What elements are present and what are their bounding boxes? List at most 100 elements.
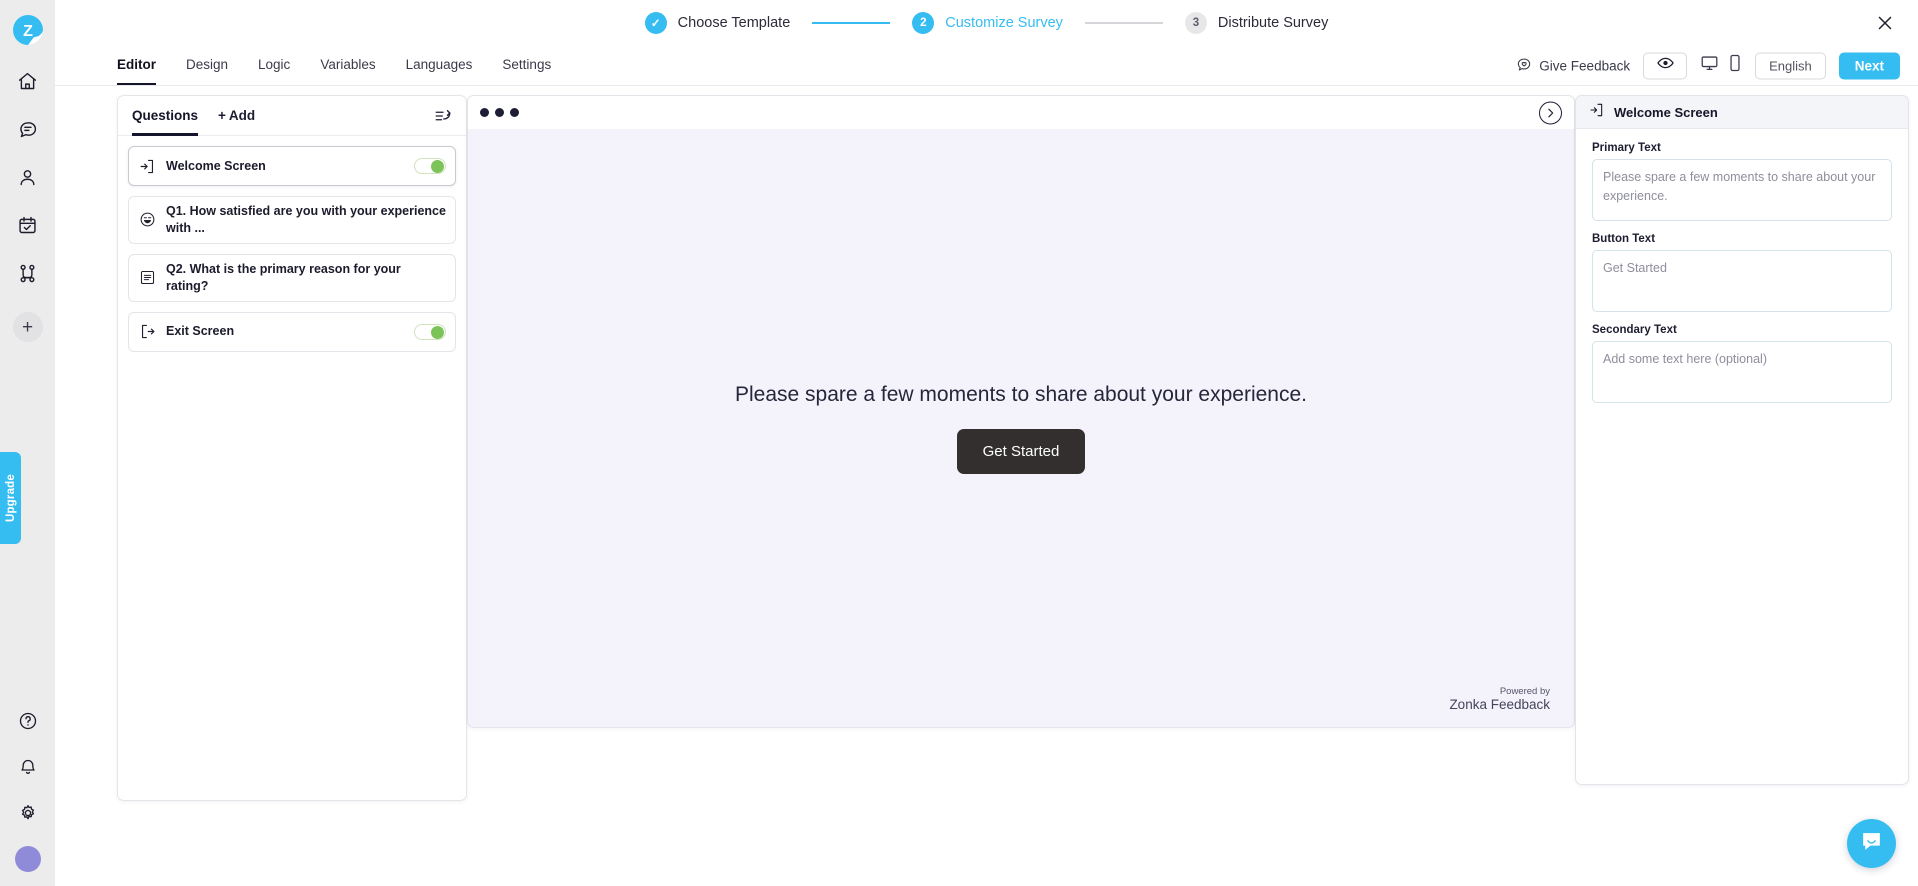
chevron-right-icon[interactable] bbox=[1539, 101, 1562, 124]
question-row-exit-screen[interactable]: Exit Screen bbox=[128, 311, 456, 352]
questions-panel-header: Questions + Add bbox=[118, 96, 466, 136]
editor-tabbar: Editor Design Logic Variables Languages … bbox=[55, 46, 1918, 86]
language-selector[interactable]: English bbox=[1755, 52, 1826, 79]
secondary-text-input[interactable]: Add some text here (optional) bbox=[1592, 341, 1892, 403]
primary-text-input[interactable]: Please spare a few moments to share abou… bbox=[1592, 159, 1892, 221]
tabbar-actions: Give Feedback English Next bbox=[1516, 52, 1900, 79]
field-primary-text: Primary Text Please spare a few moments … bbox=[1592, 142, 1892, 221]
powered-by-label: Powered by bbox=[1499, 685, 1550, 697]
collapse-list-icon[interactable] bbox=[434, 107, 452, 130]
field-button-text: Button Text Get Started bbox=[1592, 233, 1892, 312]
left-nav-rail: Z + Upgrade bbox=[0, 0, 55, 886]
step-badge-2: 2 bbox=[912, 12, 935, 34]
calendar-check-icon[interactable] bbox=[15, 212, 41, 238]
questions-panel: Questions + Add Welcome Screen Q1. How s… bbox=[117, 95, 467, 801]
add-button[interactable]: + bbox=[12, 312, 43, 342]
properties-panel-title: Welcome Screen bbox=[1614, 104, 1718, 120]
bell-icon[interactable] bbox=[15, 754, 41, 780]
rail-bottom-icons bbox=[0, 708, 55, 872]
tab-editor[interactable]: Editor bbox=[117, 46, 156, 85]
upgrade-label: Upgrade bbox=[4, 473, 17, 523]
home-icon[interactable] bbox=[15, 68, 41, 94]
preview-get-started-button[interactable]: Get Started bbox=[956, 428, 1086, 474]
step-customize-survey[interactable]: 2 Customize Survey bbox=[912, 12, 1063, 34]
tab-languages[interactable]: Languages bbox=[406, 46, 473, 85]
upgrade-button[interactable]: Upgrade bbox=[0, 452, 21, 544]
tab-variables[interactable]: Variables bbox=[320, 46, 375, 85]
mobile-icon[interactable] bbox=[1728, 54, 1742, 78]
questions-tab[interactable]: Questions bbox=[132, 96, 199, 136]
editor-content: Questions + Add Welcome Screen Q1. How s… bbox=[55, 86, 1918, 886]
field-label: Secondary Text bbox=[1592, 324, 1677, 336]
avatar[interactable] bbox=[14, 846, 41, 872]
wizard-topbar: ✓ Choose Template 2 Customize Survey 3 D… bbox=[55, 0, 1918, 46]
field-secondary-text: Secondary Text Add some text here (optio… bbox=[1592, 324, 1892, 403]
chat-launcher-button[interactable] bbox=[1847, 819, 1896, 868]
step-label-2: Customize Survey bbox=[945, 15, 1063, 31]
powered-by: Powered by Zonka Feedback bbox=[1449, 685, 1550, 713]
step-choose-template[interactable]: ✓ Choose Template bbox=[644, 12, 791, 34]
main-column: ✓ Choose Template 2 Customize Survey 3 D… bbox=[55, 0, 1918, 886]
welcome-screen-toggle[interactable] bbox=[414, 158, 446, 174]
question-label: Q1. How satisfied are you with your expe… bbox=[166, 204, 446, 235]
app-root: Z + Upgrade ✓ Choose Template 2 Customiz… bbox=[0, 0, 1918, 886]
properties-panel: Welcome Screen Primary Text Please spare… bbox=[1575, 95, 1909, 785]
step-label-1: Choose Template bbox=[677, 15, 791, 31]
step-distribute-survey[interactable]: 3 Distribute Survey bbox=[1184, 12, 1328, 34]
preview-button[interactable] bbox=[1643, 52, 1688, 79]
tab-list: Editor Design Logic Variables Languages … bbox=[117, 46, 551, 85]
add-question-label: Add bbox=[228, 108, 256, 123]
close-icon[interactable] bbox=[1874, 12, 1896, 34]
question-label: Exit Screen bbox=[166, 324, 235, 339]
powered-by-brand: Zonka Feedback bbox=[1449, 697, 1550, 713]
svg-text:Z: Z bbox=[23, 23, 33, 40]
tab-logic[interactable]: Logic bbox=[258, 46, 290, 85]
gear-icon[interactable] bbox=[15, 800, 41, 826]
enter-door-icon bbox=[1589, 102, 1605, 123]
chat-bubble-icon bbox=[1859, 829, 1884, 859]
tab-settings[interactable]: Settings bbox=[502, 46, 551, 85]
preview-toolbar bbox=[468, 96, 1574, 129]
question-label: Q2. What is the primary reason for your … bbox=[166, 261, 401, 293]
device-toggle bbox=[1700, 54, 1742, 78]
preview-area: Please spare a few moments to share abou… bbox=[467, 86, 1575, 886]
add-question-button[interactable]: + Add bbox=[218, 108, 255, 123]
window-dot bbox=[480, 108, 489, 117]
question-row-q2[interactable]: Q2. What is the primary reason for your … bbox=[128, 253, 456, 302]
properties-panel-header: Welcome Screen bbox=[1576, 96, 1908, 129]
smiley-icon bbox=[138, 211, 156, 229]
plus-icon: + bbox=[218, 108, 226, 123]
window-dot bbox=[495, 108, 504, 117]
step-connector-2 bbox=[1084, 21, 1163, 25]
tab-design[interactable]: Design bbox=[186, 46, 228, 85]
heart-chat-icon bbox=[1516, 56, 1532, 75]
exit-screen-toggle[interactable] bbox=[414, 323, 446, 340]
survey-preview-canvas: Please spare a few moments to share abou… bbox=[467, 95, 1575, 728]
next-button[interactable]: Next bbox=[1838, 52, 1900, 79]
field-label: Button Text bbox=[1592, 233, 1656, 245]
stepper: ✓ Choose Template 2 Customize Survey 3 D… bbox=[644, 12, 1328, 34]
give-feedback-button[interactable]: Give Feedback bbox=[1516, 56, 1630, 75]
properties-panel-body: Primary Text Please spare a few moments … bbox=[1576, 129, 1908, 416]
feedback-chat-icon[interactable] bbox=[15, 116, 41, 142]
step-badge-1: ✓ bbox=[644, 12, 667, 34]
button-text-input[interactable]: Get Started bbox=[1592, 250, 1892, 312]
enter-door-icon bbox=[138, 157, 156, 175]
preview-body: Please spare a few moments to share abou… bbox=[468, 129, 1574, 727]
preview-primary-text: Please spare a few moments to share abou… bbox=[735, 382, 1307, 406]
eye-icon bbox=[1656, 54, 1675, 78]
monitor-icon[interactable] bbox=[1700, 54, 1719, 78]
person-icon[interactable] bbox=[15, 164, 41, 190]
window-dots bbox=[480, 108, 519, 117]
zonka-logo[interactable]: Z bbox=[8, 10, 48, 50]
workflow-icon[interactable] bbox=[15, 260, 41, 286]
text-lines-icon bbox=[138, 269, 156, 287]
field-label: Primary Text bbox=[1592, 142, 1661, 154]
question-list: Welcome Screen Q1. How satisfied are you… bbox=[118, 136, 466, 362]
question-label: Welcome Screen bbox=[166, 158, 266, 173]
help-circle-icon[interactable] bbox=[15, 708, 41, 734]
question-row-welcome-screen[interactable]: Welcome Screen bbox=[128, 146, 456, 186]
step-badge-3: 3 bbox=[1184, 12, 1207, 34]
step-connector-1 bbox=[812, 21, 891, 25]
question-row-q1[interactable]: Q1. How satisfied are you with your expe… bbox=[128, 196, 456, 244]
